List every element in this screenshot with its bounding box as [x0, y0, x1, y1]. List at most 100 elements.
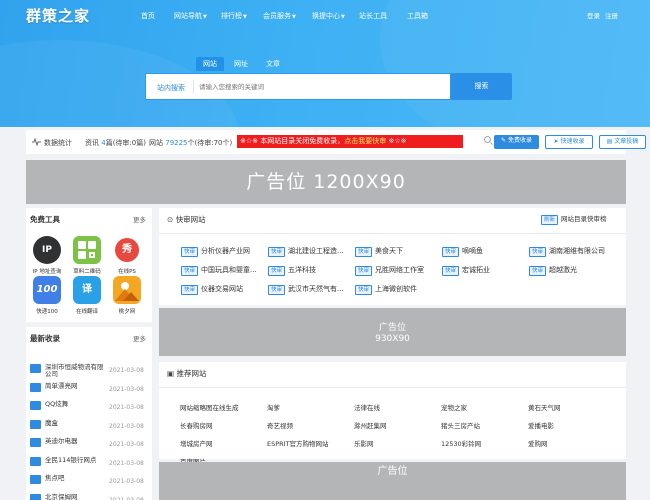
- fast-review-site[interactable]: 快审 中国玩具和婴童...: [181, 265, 257, 276]
- recommended-site[interactable]: 爱播电影: [528, 420, 554, 430]
- image-icon: [113, 276, 141, 304]
- list-item[interactable]: 魔盒 2021-03-08: [30, 419, 148, 433]
- notice-text: ※☆※ 本网站目录关闭免费收录，: [240, 137, 345, 145]
- list-item[interactable]: 焦点吧 2021-03-08: [30, 474, 148, 488]
- fast-review-site[interactable]: 快审 嘀嘀鱼: [442, 246, 483, 257]
- nav-label: 排行榜: [221, 12, 242, 20]
- list-item[interactable]: 北京保姆网 2021-03-08: [30, 493, 148, 500]
- tool-item[interactable]: 桃夕网: [108, 276, 146, 315]
- list-item[interactable]: 全民114银行网点 2021-03-08: [30, 456, 148, 470]
- recommended-site[interactable]: 增城房产网: [180, 438, 213, 448]
- tool-item[interactable]: 100 快递100: [28, 276, 66, 315]
- site-name: 五洋科技: [288, 266, 317, 274]
- nav-ranking[interactable]: 排行榜▼: [221, 11, 247, 21]
- site-name: 分析仪器产业网: [201, 247, 251, 255]
- nav-member-service[interactable]: 会员服务▼: [263, 11, 296, 21]
- fast-review-ranking-link[interactable]: 刷新 网站目录快审榜: [541, 213, 607, 225]
- tab-article[interactable]: 文章: [258, 57, 288, 71]
- fast-review-site[interactable]: 快审 上海微创软件: [355, 284, 417, 295]
- search-button[interactable]: 搜索: [451, 73, 512, 100]
- article-submit-button[interactable]: ▤ 文章投稿: [599, 135, 646, 149]
- fast-review-site[interactable]: 快审 美食天下: [355, 246, 403, 257]
- recommended-site[interactable]: 网站缩略图在线生成: [180, 402, 239, 412]
- fast-review-badge: 快审: [355, 247, 373, 257]
- list-icon: ▣: [167, 369, 175, 378]
- free-submit-button[interactable]: ✎ 免费收录: [494, 135, 539, 149]
- fast-review-title: 快审网站: [175, 215, 206, 224]
- fast-review-site[interactable]: 快审 湖北建设工程造...: [268, 246, 344, 257]
- tool-item[interactable]: 秀在线PS: [108, 236, 146, 275]
- tool-label: 草料二维码: [73, 269, 101, 275]
- fast-review-badge: 快审: [442, 247, 460, 257]
- ad-banner-bottom[interactable]: 广告位: [159, 462, 626, 500]
- recommended-site[interactable]: ESPRIT官方购物网站: [267, 438, 329, 448]
- recommended-site[interactable]: 爱购网: [528, 438, 548, 448]
- recommended-site[interactable]: 长春购房网: [180, 420, 213, 430]
- list-item[interactable]: 深圳市恒威物流有限公司 2021-03-08: [30, 363, 148, 377]
- fast-review-badge: 快审: [268, 285, 286, 295]
- recommended-site[interactable]: 乐影网: [354, 438, 374, 448]
- notice-marquee[interactable]: ※☆※ 本网站目录关闭免费收录，点击我要快审 ※☆※: [237, 135, 463, 148]
- ad-banner-middle[interactable]: 广告位 930X90: [159, 308, 626, 356]
- fast-review-site[interactable]: 快审 分析仪器产业网: [181, 246, 250, 257]
- list-item-name: 焦点吧: [45, 474, 65, 482]
- fast-review-site[interactable]: 快审 兄胜网络工作室: [355, 265, 424, 276]
- recommended-site[interactable]: 宠物之家: [441, 402, 467, 412]
- chevron-down-icon: ▼: [341, 14, 345, 20]
- ranking-label: 网站目录快审榜: [561, 215, 607, 223]
- nav-webmaster-tools[interactable]: 站长工具: [359, 11, 387, 21]
- tool-item[interactable]: IP IP 地址查询: [28, 236, 66, 275]
- ad-banner-top[interactable]: 广告位 1200X90: [26, 160, 626, 204]
- nav-home[interactable]: 首页: [141, 11, 155, 21]
- recommended-site[interactable]: 猪头三房产站: [441, 420, 480, 430]
- tab-site[interactable]: 网站: [196, 57, 224, 71]
- tab-url[interactable]: 网址: [228, 57, 254, 71]
- pulse-icon: [32, 138, 41, 146]
- list-item-name: 全民114银行网点: [45, 455, 97, 464]
- free-tools-more-link[interactable]: 更多: [133, 214, 146, 224]
- recommended-site[interactable]: 淘爹: [267, 402, 280, 412]
- fast-review-site[interactable]: 快审 武汉市天然气有...: [268, 284, 344, 295]
- fast-review-site[interactable]: 快审 宏诚拓业: [442, 265, 490, 276]
- list-item[interactable]: QQ炫舞 2021-03-08: [30, 400, 148, 414]
- site-name: 仪器交易网站: [201, 285, 244, 293]
- fast-review-site[interactable]: 快审 五洋科技: [268, 265, 316, 276]
- ip-lookup-icon: IP: [33, 236, 61, 264]
- fast-review-badge: 快审: [181, 266, 199, 276]
- tool-item[interactable]: 译在线翻译: [68, 276, 106, 315]
- list-item-date: 2021-03-08: [109, 385, 144, 393]
- recommended-site[interactable]: 黄石天气网: [528, 402, 561, 412]
- fast-review-site[interactable]: 快审 超越激光: [529, 265, 577, 276]
- fast-review-badge: 快审: [268, 266, 286, 276]
- site-tag-icon: [30, 456, 41, 466]
- list-item-name: QQ炫舞: [45, 400, 69, 408]
- recent-more-link[interactable]: 更多: [133, 333, 146, 343]
- ad-middle-size: 930X90: [375, 334, 410, 344]
- list-item[interactable]: 英迪尔电器 2021-03-08: [30, 437, 148, 451]
- nav-site-directory[interactable]: 网站导航▼: [174, 11, 207, 21]
- nav-exchange-center[interactable]: 换提中心▼: [312, 11, 345, 21]
- search-divider: [193, 80, 194, 94]
- recommended-site[interactable]: 滁州赶集网: [354, 420, 387, 430]
- fast-review-site[interactable]: 快审 湖南湘维有限公司: [529, 246, 605, 257]
- recommended-site[interactable]: 法律在线: [354, 402, 380, 412]
- nav-toolbox[interactable]: 工具箱: [407, 11, 428, 21]
- list-item[interactable]: 简单漂亮网 2021-03-08: [30, 382, 148, 396]
- article-stats: 资讯 4篇(待审:0篇): [85, 138, 146, 148]
- site-name: 武汉市天然气有...: [288, 285, 344, 293]
- fast-review-link[interactable]: 点击我要快审: [344, 137, 386, 145]
- search-scope-label[interactable]: 站内搜索: [157, 83, 185, 93]
- recommended-site[interactable]: 12530彩铃网: [441, 438, 481, 448]
- login-link[interactable]: 登录: [587, 10, 600, 20]
- tool-label: IP 地址查询: [32, 269, 62, 275]
- site-logo[interactable]: 群策之家: [26, 5, 90, 26]
- fast-review-site[interactable]: 快审 仪器交易网站: [181, 284, 243, 295]
- tool-item[interactable]: 草料二维码: [68, 236, 106, 275]
- fast-submit-button[interactable]: ➤ 快速收录: [545, 135, 593, 149]
- search-input[interactable]: [199, 80, 439, 94]
- list-item-name: 深圳市恒威物流有限公司: [45, 363, 104, 378]
- search-icon[interactable]: [484, 136, 491, 143]
- chevron-down-icon: ▼: [243, 14, 247, 20]
- recommended-site[interactable]: 奇艺视频: [267, 420, 293, 430]
- register-link[interactable]: 注册: [605, 10, 618, 20]
